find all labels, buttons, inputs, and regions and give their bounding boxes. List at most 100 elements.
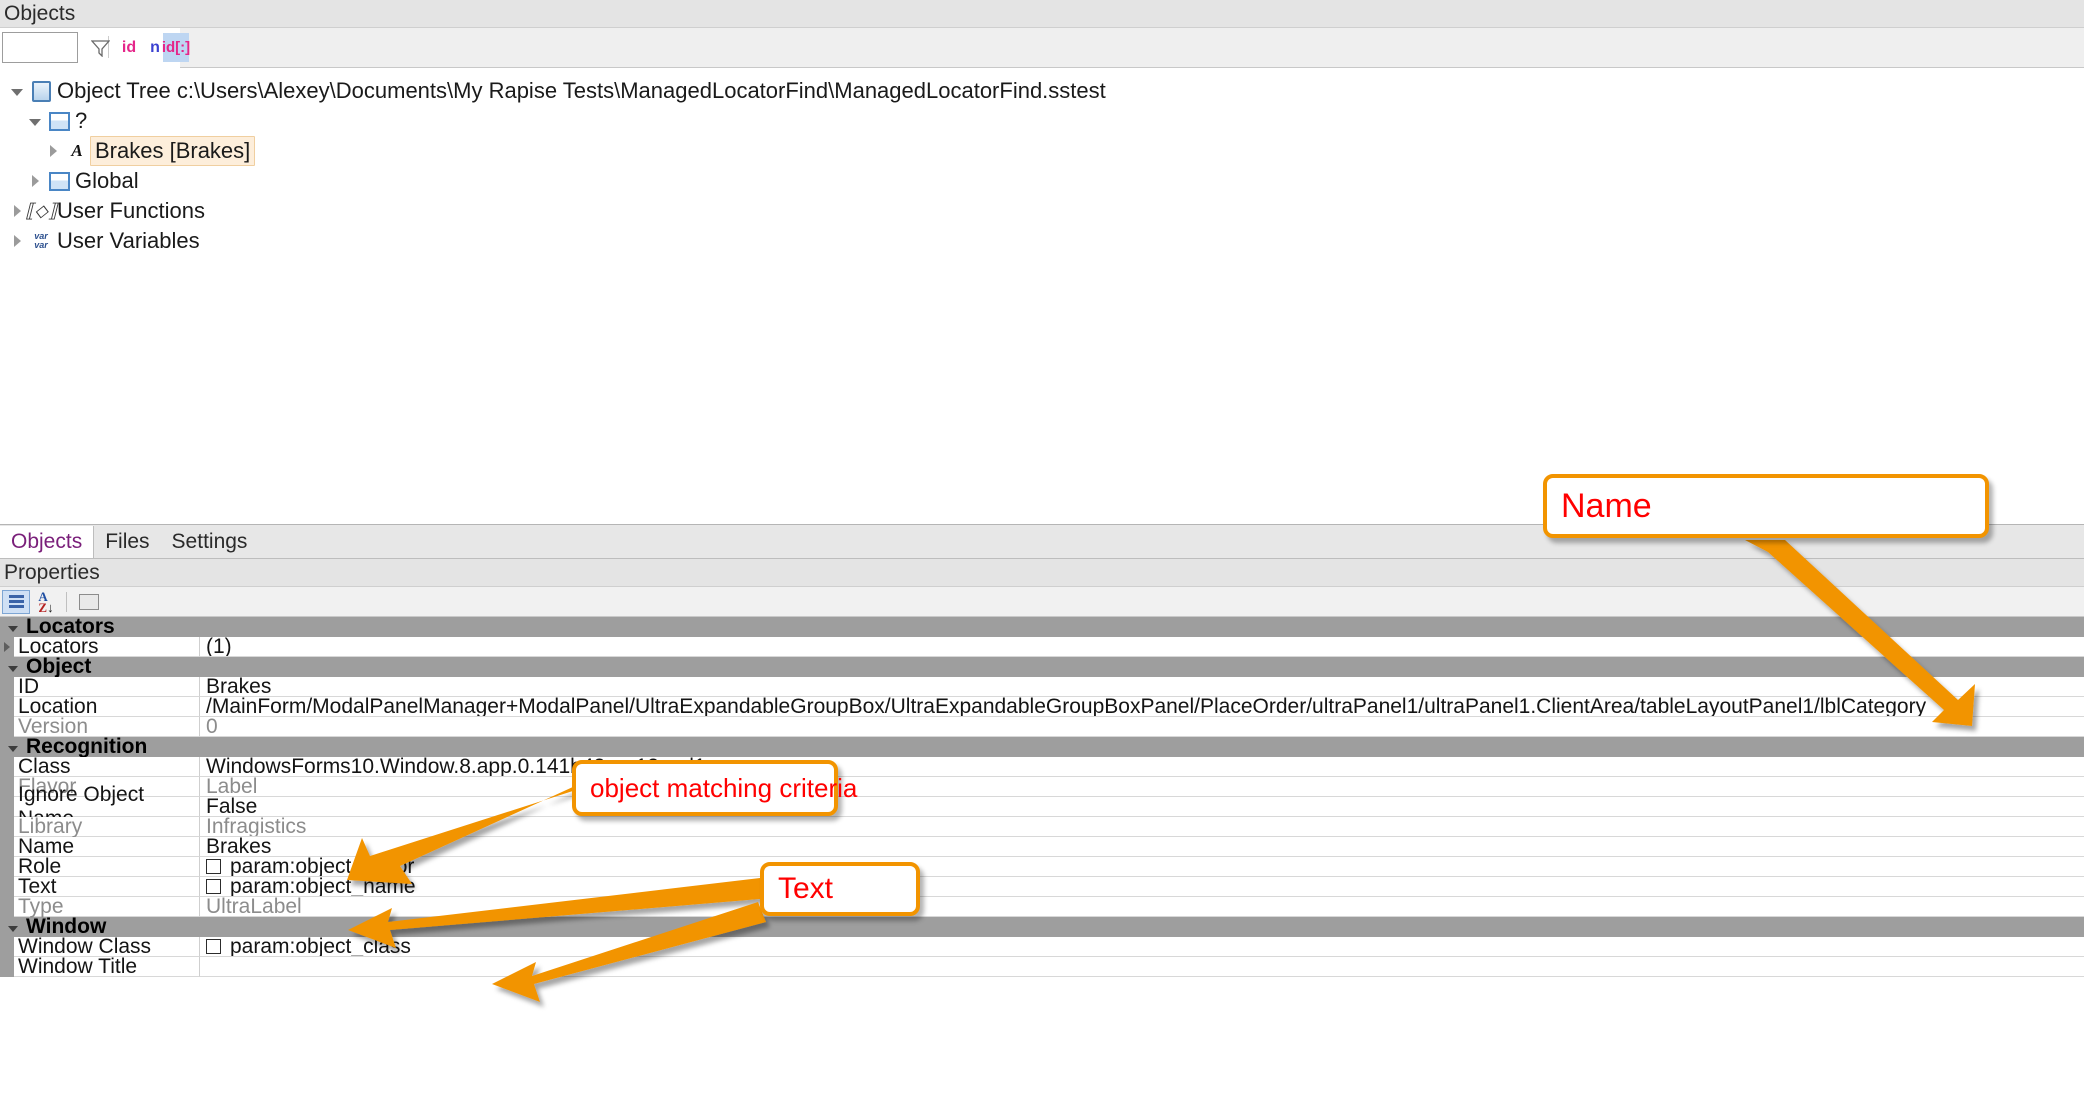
tree-item-global[interactable]: Global [0, 166, 2084, 196]
property-value-text: Infragistics [206, 817, 307, 837]
variable-icon: var var [34, 231, 48, 250]
property-value-cell[interactable]: UltraLabel [200, 897, 2084, 917]
chevron-down-icon[interactable] [8, 926, 18, 932]
property-value-cell[interactable]: (1) [200, 637, 2084, 657]
tree-item-user-variables[interactable]: var var User Variables [0, 226, 2084, 256]
property-checkbox[interactable] [206, 879, 221, 894]
row-gutter [0, 717, 14, 737]
property-value-cell[interactable]: Brakes [200, 677, 2084, 697]
chevron-down-icon[interactable] [8, 626, 18, 632]
property-value-cell[interactable] [200, 957, 2084, 977]
property-row[interactable]: Text param:object_name [0, 875, 2084, 898]
property-value-text: param:object_name [230, 877, 416, 897]
label-A-icon: A [71, 141, 83, 160]
properties-panel-title: Properties [0, 559, 2084, 587]
property-category-header[interactable]: Recognition [0, 735, 2084, 758]
row-gutter [0, 677, 14, 697]
property-name-cell: Locators [14, 635, 200, 658]
folder-icon [46, 171, 72, 191]
property-value-text: /MainForm/ModalPanelManager+ModalPanel/U… [206, 697, 1927, 717]
row-gutter [0, 837, 14, 857]
tree-item-unnamed-group[interactable]: ? [0, 106, 2084, 136]
property-row[interactable]: Window Class param:object_class [0, 935, 2084, 958]
toolbar-separator [66, 591, 67, 612]
categorized-list-icon[interactable] [2, 589, 30, 614]
tree-item-label: Brakes [Brakes] [90, 136, 256, 166]
function-icon: ⟦⬦⟧ [24, 200, 58, 222]
property-row[interactable]: Library Infragistics [0, 815, 2084, 838]
property-value-cell[interactable]: param:object_name [200, 877, 2084, 897]
row-gutter [0, 897, 14, 917]
property-checkbox[interactable] [206, 859, 221, 874]
expander-closed-icon[interactable] [4, 642, 10, 652]
property-row[interactable]: Window Title [0, 955, 2084, 978]
tree-item-label: Object Tree c:\Users\Alexey\Documents\My… [57, 78, 1106, 103]
root-document-icon [28, 80, 54, 102]
show-id-button[interactable]: id [115, 33, 143, 62]
expander-open-icon[interactable] [24, 116, 46, 126]
property-row[interactable]: Name Brakes [0, 835, 2084, 858]
property-value-cell[interactable]: Label [200, 777, 2084, 797]
property-row[interactable]: Location/MainForm/ModalPanelManager+Moda… [0, 695, 2084, 718]
expander-closed-icon[interactable] [24, 175, 46, 187]
property-row[interactable]: Locators (1) [0, 635, 2084, 658]
tree-item-user-functions[interactable]: ⟦⬦⟧ User Functions [0, 196, 2084, 226]
tree-item-label: ? [75, 108, 88, 133]
properties-grid[interactable]: Locators Locators (1) Object ID Brakes Locatio… [0, 615, 2084, 978]
property-row[interactable]: Version 0 [0, 715, 2084, 738]
property-category-header[interactable]: Locators [0, 615, 2084, 638]
tab-files[interactable]: Files [94, 526, 160, 558]
tab-objects[interactable]: Objects [0, 526, 95, 558]
objects-toolbar: id n id[:] [0, 28, 2084, 68]
object-filter-input[interactable] [2, 32, 78, 63]
rapise-object-browser: Objects id n id[:] Object Tree c:\Users\… [0, 0, 2084, 1104]
tab-settings[interactable]: Settings [161, 526, 259, 558]
property-row[interactable]: Class WindowsForms10.Window.8.app.0.141b4… [0, 755, 2084, 778]
tree-item-object-tree-root[interactable]: Object Tree c:\Users\Alexey\Documents\My… [0, 76, 2084, 106]
property-row[interactable]: Role param:object_flavor [0, 855, 2084, 878]
expander-open-icon[interactable] [6, 86, 28, 96]
property-row[interactable]: Type UltraLabel [0, 895, 2084, 918]
property-value-cell[interactable]: WindowsForms10.Window.8.app.0.141b42a_r1… [200, 757, 2084, 777]
property-name-cell: Window Title [14, 955, 200, 978]
object-tree[interactable]: Object Tree c:\Users\Alexey\Documents\My… [0, 68, 2084, 525]
sort-az-icon[interactable]: A Z↓ [32, 590, 60, 614]
property-value-text: Label [206, 777, 258, 797]
tree-item-label: Global [75, 168, 139, 193]
property-value-text: Brakes [206, 677, 272, 697]
row-gutter [0, 637, 14, 657]
property-value-cell[interactable]: Infragistics [200, 817, 2084, 837]
property-checkbox[interactable] [206, 939, 221, 954]
row-gutter [0, 957, 14, 977]
tree-item-brakes[interactable]: A Brakes [Brakes] [0, 136, 2084, 166]
property-value-text: UltraLabel [206, 897, 302, 917]
property-value-text: False [206, 797, 258, 817]
property-row[interactable]: Flavor Label [0, 775, 2084, 798]
property-value-text: param:object_class [230, 937, 411, 957]
property-value-cell[interactable]: /MainForm/ModalPanelManager+ModalPanel/U… [200, 697, 2084, 717]
property-value-cell[interactable]: False [200, 797, 2084, 817]
chevron-down-icon[interactable] [8, 666, 18, 672]
row-gutter [0, 797, 14, 817]
property-value-text: Brakes [206, 837, 272, 857]
property-value-cell[interactable]: Brakes [200, 837, 2084, 857]
property-pages-icon[interactable] [75, 590, 103, 614]
property-category-header[interactable]: Object [0, 655, 2084, 678]
tree-item-label: User Variables [57, 228, 200, 253]
funnel-filter-icon[interactable] [86, 33, 114, 62]
property-row[interactable]: ID Brakes [0, 675, 2084, 698]
expander-closed-icon[interactable] [6, 235, 28, 247]
property-category-header[interactable]: Window [0, 915, 2084, 938]
show-id-and-name-button[interactable]: id[:] [162, 33, 190, 62]
chevron-down-icon[interactable] [8, 746, 18, 752]
property-value-text: 0 [206, 717, 218, 737]
property-value-cell[interactable]: 0 [200, 717, 2084, 737]
property-name-cell: Version [14, 715, 200, 738]
callout-text: Text [760, 862, 920, 916]
row-gutter [0, 877, 14, 897]
expander-closed-icon[interactable] [42, 145, 64, 157]
row-gutter [0, 937, 14, 957]
property-value-cell[interactable]: param:object_flavor [200, 857, 2084, 877]
property-value-cell[interactable]: param:object_class [200, 937, 2084, 957]
property-row[interactable]: Ignore Object NameFalse [0, 783, 2084, 830]
